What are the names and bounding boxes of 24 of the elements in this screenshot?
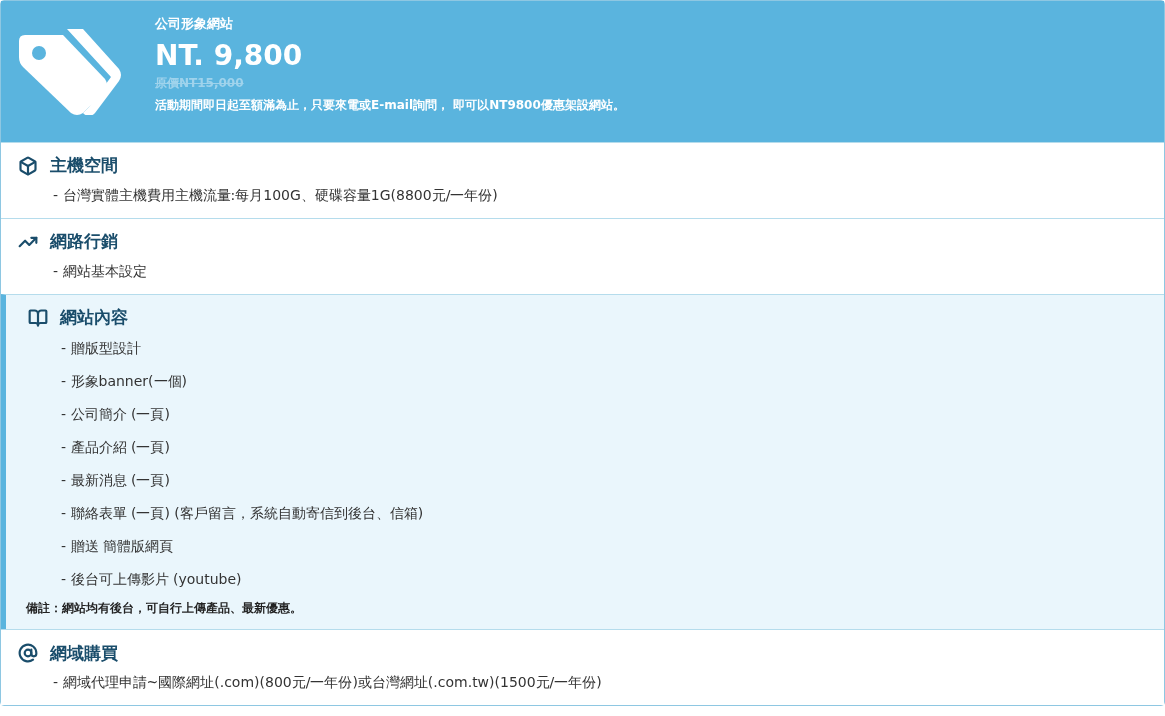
- feature-item: - 網站基本設定: [53, 262, 148, 281]
- note-text: 備註：網站均有後台，可自行上傳產品、最新優惠。: [26, 600, 303, 617]
- feature-item: - 形象banner(一個): [61, 372, 188, 391]
- plan-name: 公司形象網站: [155, 15, 234, 33]
- section-title: 網路行銷: [50, 230, 118, 254]
- section-title: 網站內容: [60, 306, 128, 330]
- feature-item: - 後台可上傳影片 (youtube): [61, 570, 243, 589]
- section-title: 網域購買: [50, 641, 118, 665]
- book-icon: [28, 308, 48, 328]
- section-title: 主機空間: [50, 154, 118, 178]
- feature-item: - 網域代理申請~國際網址(.com)(800元/一年份)或台灣網址(.com.tw)(1500元/一年份): [53, 673, 603, 693]
- price-tag-icon: [17, 29, 121, 115]
- feature-item: - 贈版型設計: [61, 339, 142, 358]
- feature-item: - 最新消息 (一頁): [61, 471, 171, 490]
- feature-item: - 台灣實體主機費用主機流量:每月100G、硬碟容量1G(8800元/一年份): [53, 186, 499, 205]
- feature-item: - 公司簡介 (一頁): [61, 405, 171, 424]
- original-price: 原價NT15,000: [155, 75, 245, 91]
- feature-item: - 贈送 簡體版網頁: [61, 537, 174, 556]
- feature-item: - 聯絡表單 (一頁) (客戶留言，系統自動寄信到後台、信箱): [61, 504, 425, 523]
- price: NT. 9,800: [155, 38, 304, 74]
- at-sign-icon: [18, 643, 38, 664]
- promotion-description: 活動期間即日起至額滿為止，只要來電或E-mail詢問， 即可以NT9800優惠架設網站。: [155, 97, 625, 114]
- cube-icon: [18, 156, 38, 176]
- feature-item: - 產品介紹 (一頁): [61, 438, 171, 457]
